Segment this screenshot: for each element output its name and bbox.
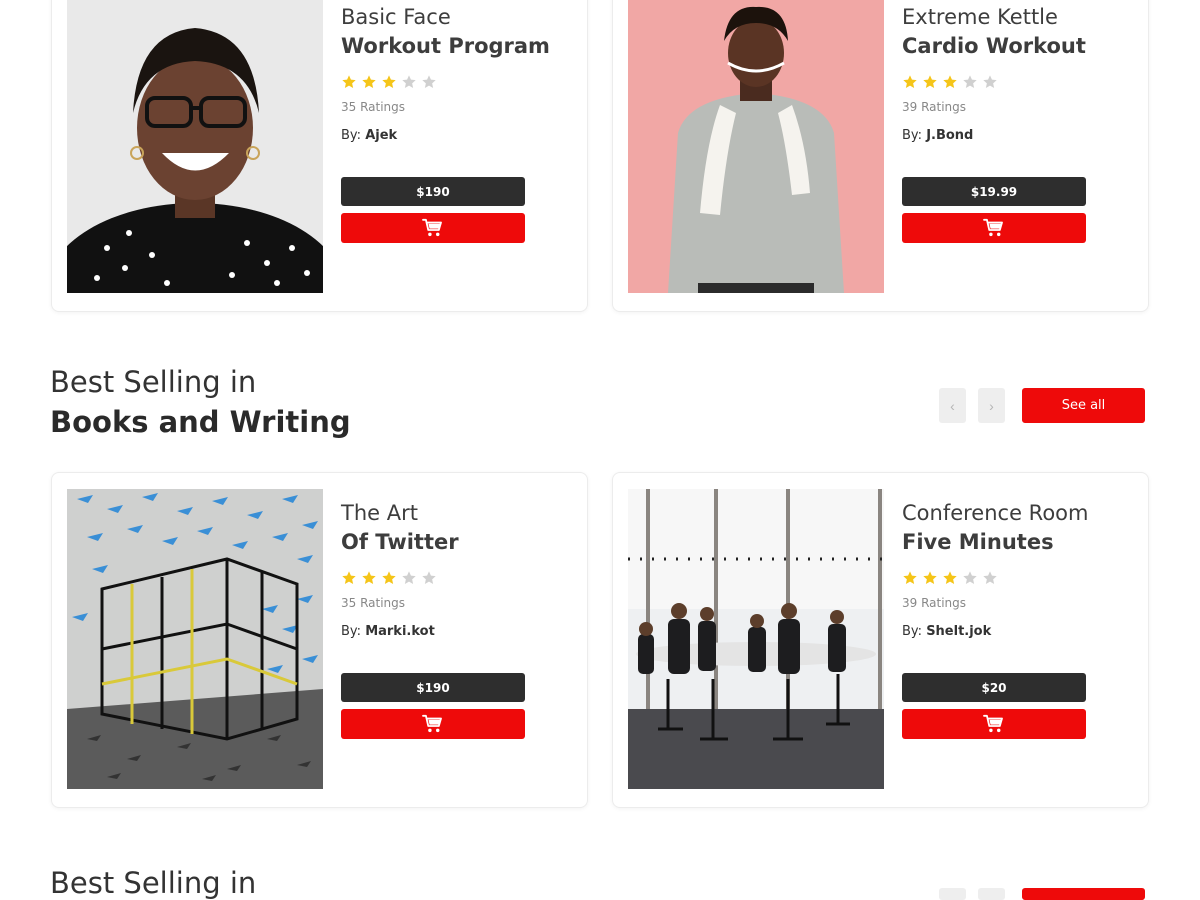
cart-icon xyxy=(983,218,1005,238)
product-image[interactable] xyxy=(628,489,884,789)
star-rating xyxy=(341,569,581,587)
price-button[interactable]: $190 xyxy=(341,177,525,206)
star-filled-icon xyxy=(902,74,918,90)
star-empty-icon xyxy=(962,74,978,90)
price-button[interactable]: $20 xyxy=(902,673,1086,702)
price-button[interactable]: $190 xyxy=(341,673,525,702)
product-title-line1[interactable]: Extreme Kettle xyxy=(902,3,1142,32)
ratings-count: 35 Ratings xyxy=(341,596,406,610)
star-filled-icon xyxy=(381,570,397,586)
by-label: By: xyxy=(902,128,923,143)
author-line: By: Ajek xyxy=(341,128,581,143)
product-title-line2[interactable]: Workout Program xyxy=(341,32,581,61)
section-title: Books and Writing xyxy=(50,405,351,439)
section-subtitle: Best Selling in xyxy=(50,365,257,399)
star-empty-icon xyxy=(982,74,998,90)
ratings-count: 39 Ratings xyxy=(902,100,967,114)
product-image[interactable] xyxy=(67,489,323,789)
star-empty-icon xyxy=(962,570,978,586)
star-rating xyxy=(341,73,581,91)
carousel-next-button[interactable] xyxy=(978,888,1005,900)
add-to-cart-button[interactable] xyxy=(902,213,1086,243)
see-all-button[interactable]: See all xyxy=(1022,388,1145,423)
carousel-next-button[interactable]: › xyxy=(978,388,1005,423)
product-card[interactable]: The Art Of Twitter 35 Ratings By: Marki.… xyxy=(51,472,588,808)
product-image[interactable] xyxy=(67,0,323,293)
carousel-prev-button[interactable]: ‹ xyxy=(939,388,966,423)
star-filled-icon xyxy=(942,570,958,586)
author-name[interactable]: J.Bond xyxy=(926,128,973,143)
product-title-line1[interactable]: The Art xyxy=(341,499,581,528)
star-filled-icon xyxy=(361,570,377,586)
star-filled-icon xyxy=(922,74,938,90)
star-filled-icon xyxy=(341,74,357,90)
author-name[interactable]: Ajek xyxy=(365,128,397,143)
add-to-cart-button[interactable] xyxy=(341,213,525,243)
star-empty-icon xyxy=(401,74,417,90)
by-label: By: xyxy=(902,624,923,639)
star-empty-icon xyxy=(982,570,998,586)
carousel-prev-button[interactable] xyxy=(939,888,966,900)
product-card[interactable]: Basic Face Workout Program 35 Ratings By… xyxy=(51,0,588,312)
author-name[interactable]: Marki.kot xyxy=(365,624,435,639)
cart-icon xyxy=(422,714,444,734)
product-title-line2[interactable]: Cardio Workout xyxy=(902,32,1142,61)
star-filled-icon xyxy=(381,74,397,90)
author-name[interactable]: Shelt.jok xyxy=(926,624,991,639)
see-all-button[interactable] xyxy=(1022,888,1145,900)
star-filled-icon xyxy=(361,74,377,90)
star-rating xyxy=(902,73,1142,91)
author-line: By: Shelt.jok xyxy=(902,624,1142,639)
product-title-line2[interactable]: Five Minutes xyxy=(902,528,1142,557)
star-filled-icon xyxy=(922,570,938,586)
author-line: By: Marki.kot xyxy=(341,624,581,639)
section-subtitle: Best Selling in xyxy=(50,866,257,900)
cart-icon xyxy=(983,714,1005,734)
cart-icon xyxy=(422,218,444,238)
ratings-count: 39 Ratings xyxy=(902,596,967,610)
by-label: By: xyxy=(341,624,362,639)
by-label: By: xyxy=(341,128,362,143)
product-card[interactable]: Conference Room Five Minutes 39 Ratings … xyxy=(612,472,1149,808)
product-card[interactable]: Extreme Kettle Cardio Workout 39 Ratings… xyxy=(612,0,1149,312)
star-empty-icon xyxy=(421,74,437,90)
section-header: Best Selling in Books and Writing xyxy=(50,364,351,442)
star-rating xyxy=(902,569,1142,587)
add-to-cart-button[interactable] xyxy=(341,709,525,739)
product-title-line1[interactable]: Conference Room xyxy=(902,499,1142,528)
star-filled-icon xyxy=(902,570,918,586)
star-filled-icon xyxy=(341,570,357,586)
chevron-left-icon: ‹ xyxy=(950,397,955,414)
price-button[interactable]: $19.99 xyxy=(902,177,1086,206)
section-header: Best Selling in xyxy=(50,865,256,900)
star-empty-icon xyxy=(401,570,417,586)
ratings-count: 35 Ratings xyxy=(341,100,406,114)
product-title-line2[interactable]: Of Twitter xyxy=(341,528,581,557)
product-title-line1[interactable]: Basic Face xyxy=(341,3,581,32)
author-line: By: J.Bond xyxy=(902,128,1142,143)
chevron-right-icon: › xyxy=(989,397,994,414)
star-filled-icon xyxy=(942,74,958,90)
add-to-cart-button[interactable] xyxy=(902,709,1086,739)
product-image[interactable] xyxy=(628,0,884,293)
star-empty-icon xyxy=(421,570,437,586)
